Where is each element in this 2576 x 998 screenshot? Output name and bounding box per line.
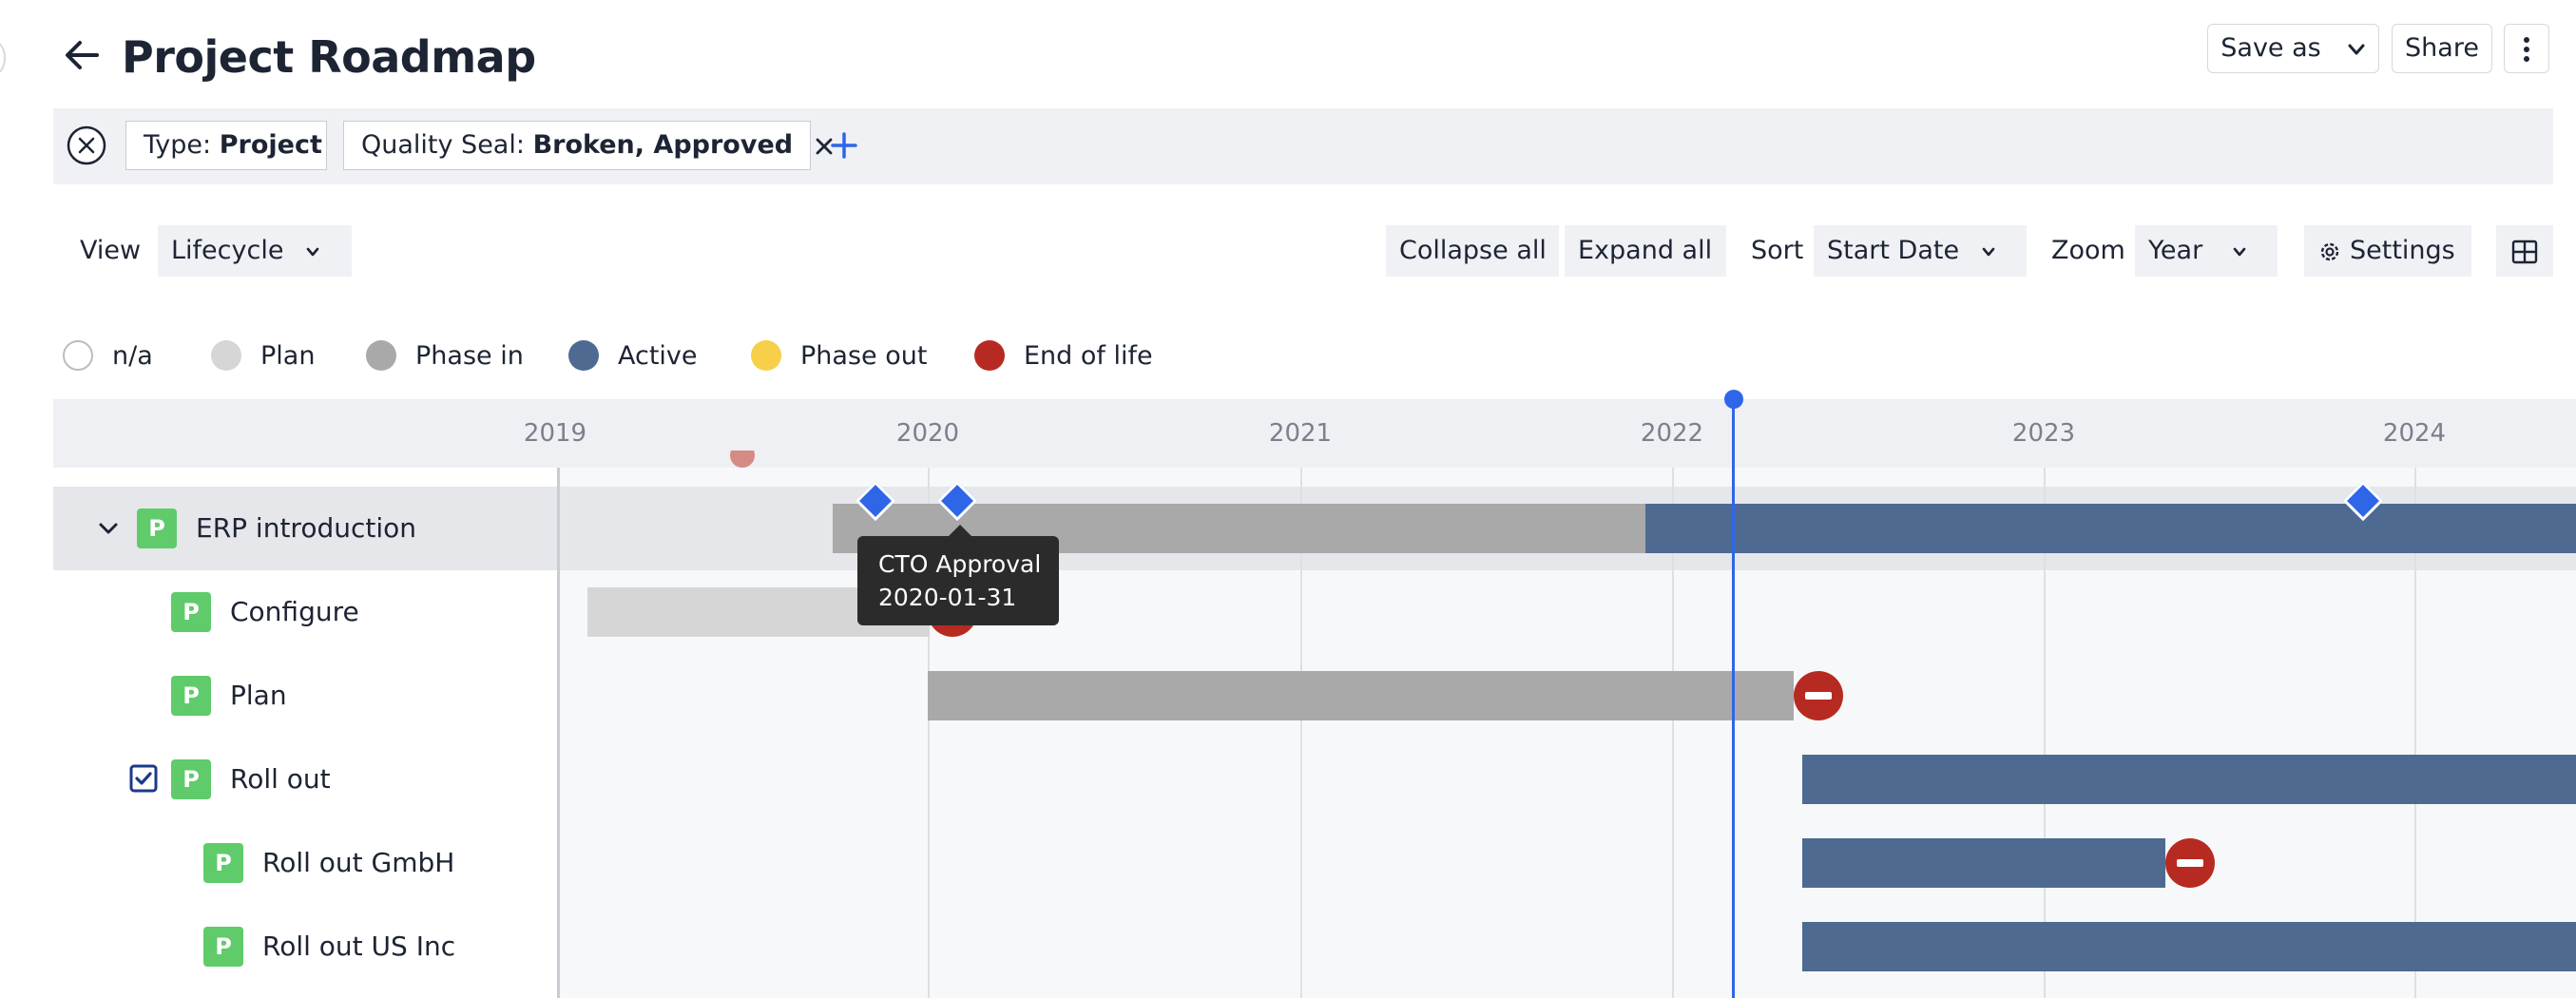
collapse-all-button[interactable]: Collapse all — [1386, 225, 1559, 277]
tree-row-plan[interactable]: P Plan — [53, 654, 557, 738]
year-label: 2022 — [1640, 419, 1704, 448]
zoom-select-value: Year — [2148, 236, 2203, 265]
filter-chip-value: Project — [219, 130, 322, 160]
layout-toggle-button[interactable] — [2496, 225, 2553, 277]
year-label: 2019 — [523, 419, 587, 448]
chevron-down-icon — [2348, 44, 2364, 54]
legend-item-phase-in: Phase in — [366, 335, 524, 376]
year-label: 2020 — [895, 419, 960, 448]
grid-layout-icon — [2511, 240, 2538, 263]
zoom-label: Zoom — [2051, 236, 2125, 265]
row-label: Roll out — [230, 763, 331, 795]
clipped-end-of-life-marker — [730, 451, 755, 468]
legend-swatch — [568, 340, 599, 371]
legend-swatch — [751, 340, 781, 371]
row-label: Plan — [230, 680, 287, 711]
settings-button[interactable]: Settings — [2304, 225, 2471, 277]
share-button[interactable]: Share — [2392, 24, 2492, 73]
clipped-sidebar-handle[interactable] — [0, 42, 6, 74]
expand-all-button[interactable]: Expand all — [1565, 225, 1726, 277]
sort-label: Sort — [1751, 236, 1804, 265]
filter-chip-quality-seal[interactable]: Quality Seal: Broken, Approved — [343, 121, 833, 170]
page-title: Project Roadmap — [122, 31, 536, 83]
today-marker-handle[interactable] — [1724, 390, 1743, 409]
view-select-value: Lifecycle — [171, 236, 284, 265]
chevron-down-icon — [2233, 247, 2246, 256]
sort-select-value: Start Date — [1827, 236, 1960, 265]
legend-label: n/a — [112, 340, 153, 371]
chevron-down-icon — [1982, 247, 1994, 256]
tree-row-roll-out-gmbh[interactable]: P Roll out GmbH — [53, 821, 557, 905]
legend-item-phase-out: Phase out — [751, 335, 927, 376]
row-label: Configure — [230, 596, 359, 627]
add-filter-icon[interactable] — [825, 126, 863, 164]
legend-label: End of life — [1024, 340, 1153, 371]
project-type-badge: P — [171, 759, 211, 799]
legend-swatch — [974, 340, 1005, 371]
tooltip-title: CTO Approval — [878, 550, 1042, 578]
legend-swatch — [366, 340, 396, 371]
save-as-dropdown-button[interactable] — [2334, 24, 2379, 73]
row-label: Roll out GmbH — [262, 847, 455, 878]
chevron-down-icon — [306, 247, 319, 256]
filter-chip-key: Type: — [144, 130, 212, 160]
gear-icon — [2320, 242, 2339, 260]
more-vertical-icon — [2524, 36, 2529, 62]
filter-chip-value: Broken, Approved — [532, 130, 794, 160]
lifecycle-bar-phase-in[interactable] — [928, 671, 1794, 720]
legend-label: Phase out — [800, 340, 928, 371]
view-select[interactable]: Lifecycle — [158, 225, 352, 277]
today-marker-line — [1732, 397, 1735, 998]
legend-label: Phase in — [415, 340, 524, 371]
tree-row-configure[interactable]: P Configure — [53, 570, 557, 654]
settings-label: Settings — [2350, 236, 2455, 265]
clear-filters-icon[interactable] — [66, 125, 107, 166]
row-label: ERP introduction — [196, 512, 417, 544]
legend-item-na: n/a — [63, 335, 153, 376]
legend-swatch — [211, 340, 241, 371]
year-label: 2024 — [2382, 419, 2447, 448]
end-of-life-icon[interactable] — [2165, 838, 2215, 888]
milestone-tooltip: CTO Approval 2020-01-31 — [857, 525, 1059, 625]
lifecycle-bar-active[interactable] — [1802, 755, 2576, 804]
year-label: 2023 — [2011, 419, 2076, 448]
back-arrow-icon[interactable] — [59, 32, 105, 78]
timeline-start-line — [557, 468, 560, 998]
tree-row-erp-introduction[interactable]: P ERP introduction — [53, 487, 557, 570]
tooltip-date: 2020-01-31 — [878, 584, 1017, 611]
zoom-select[interactable]: Year — [2135, 225, 2278, 277]
project-type-badge: P — [171, 676, 211, 716]
filter-chip-key: Quality Seal: — [361, 130, 525, 160]
legend-label: Plan — [260, 340, 316, 371]
year-label: 2021 — [1268, 419, 1333, 448]
legend-item-plan: Plan — [211, 335, 315, 376]
view-label: View — [80, 236, 142, 265]
end-of-life-icon[interactable] — [1794, 671, 1843, 720]
tree-row-roll-out-us-inc[interactable]: P Roll out US Inc — [53, 905, 557, 988]
sort-select[interactable]: Start Date — [1814, 225, 2027, 277]
filter-chip-type[interactable]: Type: Project — [125, 121, 327, 170]
project-type-badge: P — [203, 843, 243, 883]
lifecycle-bar-active[interactable] — [1645, 504, 2576, 553]
save-as-button[interactable]: Save as — [2207, 24, 2335, 73]
legend-swatch — [63, 340, 93, 371]
more-options-button[interactable] — [2504, 24, 2549, 73]
row-label: Roll out US Inc — [262, 931, 456, 962]
project-type-badge: P — [171, 592, 211, 632]
checkbox-checked-icon[interactable] — [129, 764, 158, 793]
project-type-badge: P — [203, 927, 243, 967]
legend-label: Active — [618, 340, 698, 371]
project-type-badge: P — [137, 509, 177, 548]
lifecycle-bar-active[interactable] — [1802, 838, 2165, 888]
tree-row-roll-out[interactable]: P Roll out — [53, 738, 557, 821]
legend-item-active: Active — [568, 335, 698, 376]
chevron-down-icon[interactable] — [95, 515, 122, 542]
legend-item-end-of-life: End of life — [974, 335, 1153, 376]
lifecycle-bar-active[interactable] — [1802, 922, 2576, 971]
